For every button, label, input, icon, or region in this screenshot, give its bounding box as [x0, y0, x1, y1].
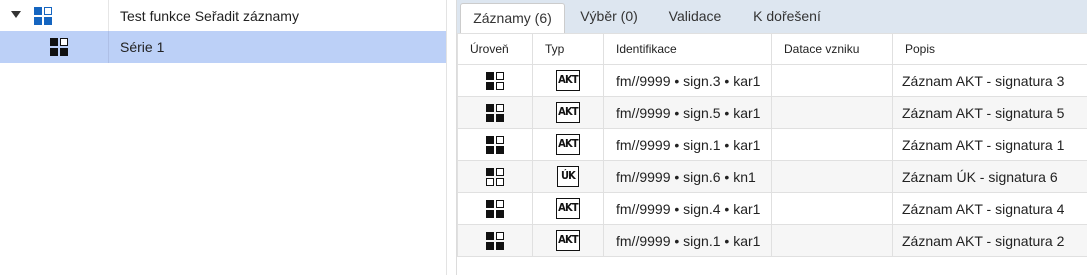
- date-cell: [771, 224, 893, 257]
- date-cell: [771, 160, 893, 193]
- type-cell: AKT: [532, 224, 604, 257]
- tab-zaznamy[interactable]: Záznamy (6): [460, 3, 565, 33]
- description-cell: Záznam AKT - signatura 1: [892, 128, 1087, 161]
- tab-label: K dořešení: [753, 8, 821, 24]
- tab-label: Výběr (0): [580, 8, 638, 24]
- type-badge-icon: AKT: [556, 134, 580, 155]
- identification-cell: fm//9999 • sign.3 • kar1: [603, 64, 772, 97]
- description-cell: Záznam AKT - signatura 3: [892, 64, 1087, 97]
- table-header-row: Úroveň Typ Identifikace Datace vzniku Po…: [457, 33, 1087, 65]
- level-icon-alt: [486, 167, 504, 186]
- tab-label: Záznamy (6): [473, 10, 552, 26]
- tab-bar: Záznamy (6) Výběr (0) Validace K dořešen…: [457, 0, 1087, 33]
- level-cell: [457, 64, 533, 97]
- column-header-description[interactable]: Popis: [892, 33, 1087, 65]
- date-cell: [771, 64, 893, 97]
- level-icon: [486, 231, 504, 250]
- table-row[interactable]: AKT fm//9999 • sign.4 • kar1 Záznam AKT …: [457, 192, 1087, 225]
- level-cell: [457, 96, 533, 129]
- type-cell: AKT: [532, 128, 604, 161]
- level-icon: [486, 199, 504, 218]
- identification-cell: fm//9999 • sign.6 • kn1: [603, 160, 772, 193]
- tree-item-root[interactable]: Test funkce Seřadit záznamy: [0, 0, 446, 32]
- tree-item-label: Série 1: [120, 39, 165, 55]
- date-cell: [771, 128, 893, 161]
- level-cell: [457, 224, 533, 257]
- date-cell: [771, 192, 893, 225]
- tab-k-doreseni[interactable]: K dořešení: [737, 0, 837, 33]
- level-cell: [457, 160, 533, 193]
- identification-cell: fm//9999 • sign.4 • kar1: [603, 192, 772, 225]
- type-badge-icon: AKT: [556, 102, 580, 123]
- level-icon: [486, 71, 504, 90]
- level-cell: [457, 192, 533, 225]
- type-cell: ÚK: [532, 160, 604, 193]
- date-cell: [771, 96, 893, 129]
- type-badge-icon: AKT: [556, 198, 580, 219]
- tab-label: Validace: [668, 8, 722, 24]
- type-cell: AKT: [532, 64, 604, 97]
- description-cell: Záznam AKT - signatura 2: [892, 224, 1087, 257]
- blue-quad-icon: [34, 7, 52, 25]
- tree-panel: Test funkce Seřadit záznamy Série 1: [0, 0, 447, 275]
- tab-vyber[interactable]: Výběr (0): [565, 0, 653, 33]
- identification-cell: fm//9999 • sign.5 • kar1: [603, 96, 772, 129]
- description-cell: Záznam AKT - signatura 5: [892, 96, 1087, 129]
- level-icon: [486, 135, 504, 154]
- expand-arrow-icon[interactable]: [11, 11, 21, 18]
- table-row[interactable]: AKT fm//9999 • sign.1 • kar1 Záznam AKT …: [457, 128, 1087, 161]
- table-row[interactable]: AKT fm//9999 • sign.5 • kar1 Záznam AKT …: [457, 96, 1087, 129]
- description-cell: Záznam AKT - signatura 4: [892, 192, 1087, 225]
- level-cell: [457, 128, 533, 161]
- level-icon: [486, 103, 504, 122]
- table-row[interactable]: ÚK fm//9999 • sign.6 • kn1 Záznam ÚK - s…: [457, 160, 1087, 193]
- tree-item-label: Test funkce Seřadit záznamy: [120, 8, 299, 24]
- column-header-level[interactable]: Úroveň: [457, 33, 533, 65]
- type-badge-icon: ÚK: [557, 166, 579, 187]
- column-header-identification[interactable]: Identifikace: [603, 33, 772, 65]
- type-cell: AKT: [532, 192, 604, 225]
- records-table: Úroveň Typ Identifikace Datace vzniku Po…: [457, 33, 1087, 257]
- description-cell: Záznam ÚK - signatura 6: [892, 160, 1087, 193]
- type-badge-icon: AKT: [556, 70, 580, 91]
- table-row[interactable]: AKT fm//9999 • sign.3 • kar1 Záznam AKT …: [457, 64, 1087, 97]
- column-header-date[interactable]: Datace vzniku: [771, 33, 893, 65]
- identification-cell: fm//9999 • sign.1 • kar1: [603, 224, 772, 257]
- tree-item-serie-1[interactable]: Série 1: [0, 31, 446, 63]
- black-quad-icon: [50, 38, 68, 56]
- identification-cell: fm//9999 • sign.1 • kar1: [603, 128, 772, 161]
- table-row[interactable]: AKT fm//9999 • sign.1 • kar1 Záznam AKT …: [457, 224, 1087, 257]
- type-badge-icon: AKT: [556, 230, 580, 251]
- type-cell: AKT: [532, 96, 604, 129]
- tab-validace[interactable]: Validace: [653, 0, 737, 33]
- column-header-type[interactable]: Typ: [532, 33, 604, 65]
- records-panel: Záznamy (6) Výběr (0) Validace K dořešen…: [456, 0, 1087, 275]
